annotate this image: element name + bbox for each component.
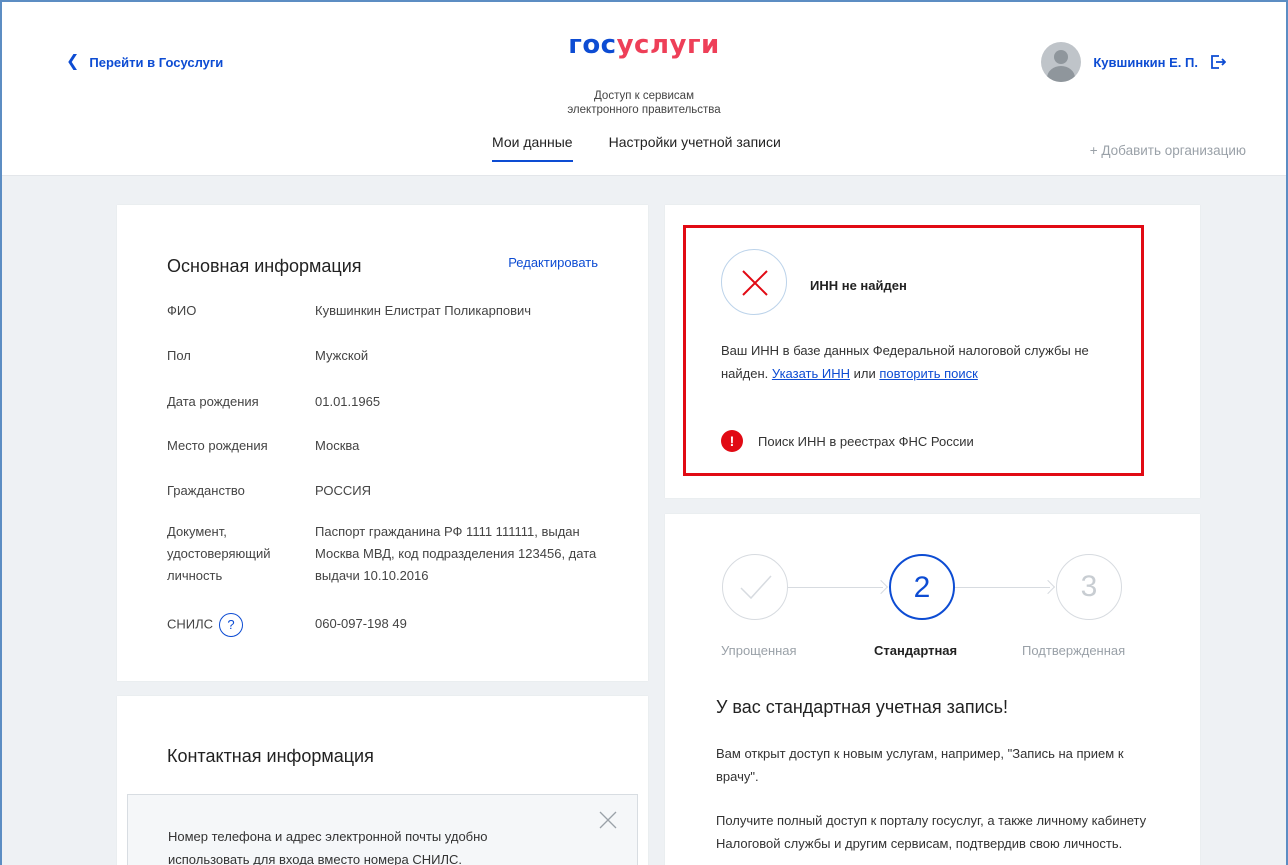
step-connector	[955, 587, 1050, 588]
main-tabs: Мои данные Настройки учетной записи	[492, 134, 781, 162]
logout-icon[interactable]	[1210, 54, 1226, 70]
step-label: Подтвержденная	[1022, 643, 1126, 658]
header: ❮ Перейти в Госуслуги госуслуги Доступ к…	[2, 2, 1286, 176]
info-label: ФИО	[167, 303, 197, 318]
info-row-citizenship: Гражданство РОССИЯ	[167, 480, 607, 502]
info-value: 060-097-198 49	[315, 616, 407, 631]
step-number: 3	[1080, 570, 1098, 603]
chevron-right-icon	[873, 579, 889, 595]
inn-search-status: ! Поиск ИНН в реестрах ФНС России	[721, 430, 974, 452]
info-row-birth-date: Дата рождения 01.01.1965	[167, 391, 607, 413]
specify-inn-link[interactable]: Указать ИНН	[772, 366, 850, 381]
step-connector	[788, 587, 883, 588]
inn-card: ИНН не найден Ваш ИНН в базе данных Феде…	[665, 205, 1200, 498]
account-status-text: Получите полный доступ к порталу госуслу…	[716, 813, 1147, 851]
info-row-gender: Пол Мужской	[167, 345, 607, 367]
info-value: Москва	[315, 438, 360, 453]
subtitle-line-2: электронного правительства	[567, 104, 721, 116]
close-icon[interactable]	[599, 811, 617, 829]
logo-part-uslugi: услуги	[616, 30, 720, 60]
edit-button[interactable]: Редактировать	[508, 255, 598, 270]
subtitle-line-1: Доступ к сервисам	[594, 90, 694, 102]
inn-highlight-box: ИНН не найден Ваш ИНН в базе данных Феде…	[683, 225, 1144, 476]
check-icon	[740, 575, 772, 600]
inn-error-badge	[721, 249, 787, 315]
step-label: Стандартная	[874, 643, 958, 658]
step-label: Упрощенная	[721, 643, 797, 658]
contact-info-title: Контактная информация	[167, 746, 374, 766]
step-standard: 2	[889, 554, 955, 620]
tab-my-data[interactable]: Мои данные	[492, 134, 573, 162]
step-simplified	[722, 554, 788, 620]
main-info-card: Основная информация Редактировать ФИО Ку…	[117, 205, 648, 681]
user-menu[interactable]: Кувшинкин Е. П.	[1041, 42, 1226, 82]
inn-message: Ваш ИНН в базе данных Федеральной налого…	[721, 339, 1131, 385]
info-value: Мужской	[315, 348, 369, 363]
info-label: Пол	[167, 348, 191, 363]
account-status-title: У вас стандартная учетная запись!	[716, 697, 1009, 717]
info-value: РОССИЯ	[315, 483, 372, 498]
cross-icon	[742, 270, 768, 296]
info-label: Место рождения	[167, 438, 268, 453]
info-row-fio: ФИО Кувшинкин Елистрат Поликарпович	[167, 300, 607, 322]
add-organization-link[interactable]: + Добавить организацию	[1090, 143, 1246, 158]
info-row-document: Документ, удостоверяющий личность Паспор…	[167, 521, 607, 587]
info-label: Гражданство	[167, 483, 245, 498]
account-status-text: Вам открыт доступ к новым услугам, напри…	[716, 746, 1124, 784]
info-value: Паспорт гражданина РФ 1111 111111, выдан…	[315, 524, 597, 583]
info-label: Документ, удостоверяющий личность	[167, 524, 271, 583]
account-level-stepper: 2 3 Упрощенная Стандартная Подтвержденна…	[721, 554, 1126, 664]
exclamation-icon: !	[721, 430, 743, 452]
contact-info-card: Контактная информация Номер телефона и а…	[117, 696, 648, 865]
step-number: 2	[913, 571, 931, 604]
account-status-card: 2 3 Упрощенная Стандартная Подтвержденна…	[665, 514, 1200, 865]
info-value: 01.01.1965	[315, 394, 381, 409]
main-info-title: Основная информация	[167, 256, 362, 276]
inn-title: ИНН не найден	[810, 278, 907, 293]
logo-subtitle: Доступ к сервисам электронного правитель…	[2, 89, 1286, 117]
info-label: Дата рождения	[167, 394, 259, 409]
contact-notice: Номер телефона и адрес электронной почты…	[127, 794, 638, 865]
snils-label: СНИЛС	[167, 616, 214, 632]
page-frame: ❮ Перейти в Госуслуги госуслуги Доступ к…	[0, 0, 1288, 865]
inn-search-label: Поиск ИНН в реестрах ФНС России	[758, 433, 974, 449]
chevron-right-icon	[1040, 579, 1056, 595]
info-value: Кувшинкин Елистрат Поликарпович	[315, 303, 532, 318]
tab-account-settings[interactable]: Настройки учетной записи	[609, 134, 781, 162]
logo-part-gos: гос	[568, 30, 617, 60]
avatar[interactable]	[1041, 42, 1082, 82]
notice-text: Номер телефона и адрес электронной почты…	[168, 829, 488, 865]
user-name[interactable]: Кувшинкин Е. П.	[1093, 55, 1198, 70]
info-row-snils: СНИЛС? 060-097-198 49	[167, 613, 607, 637]
info-row-birth-place: Место рождения Москва	[167, 435, 607, 457]
inn-message-or: или	[853, 366, 876, 381]
info-label: СНИЛС?	[167, 613, 315, 637]
question-circle-icon[interactable]: ?	[219, 613, 244, 637]
retry-search-link[interactable]: повторить поиск	[879, 366, 977, 381]
step-confirmed: 3	[1056, 554, 1122, 620]
